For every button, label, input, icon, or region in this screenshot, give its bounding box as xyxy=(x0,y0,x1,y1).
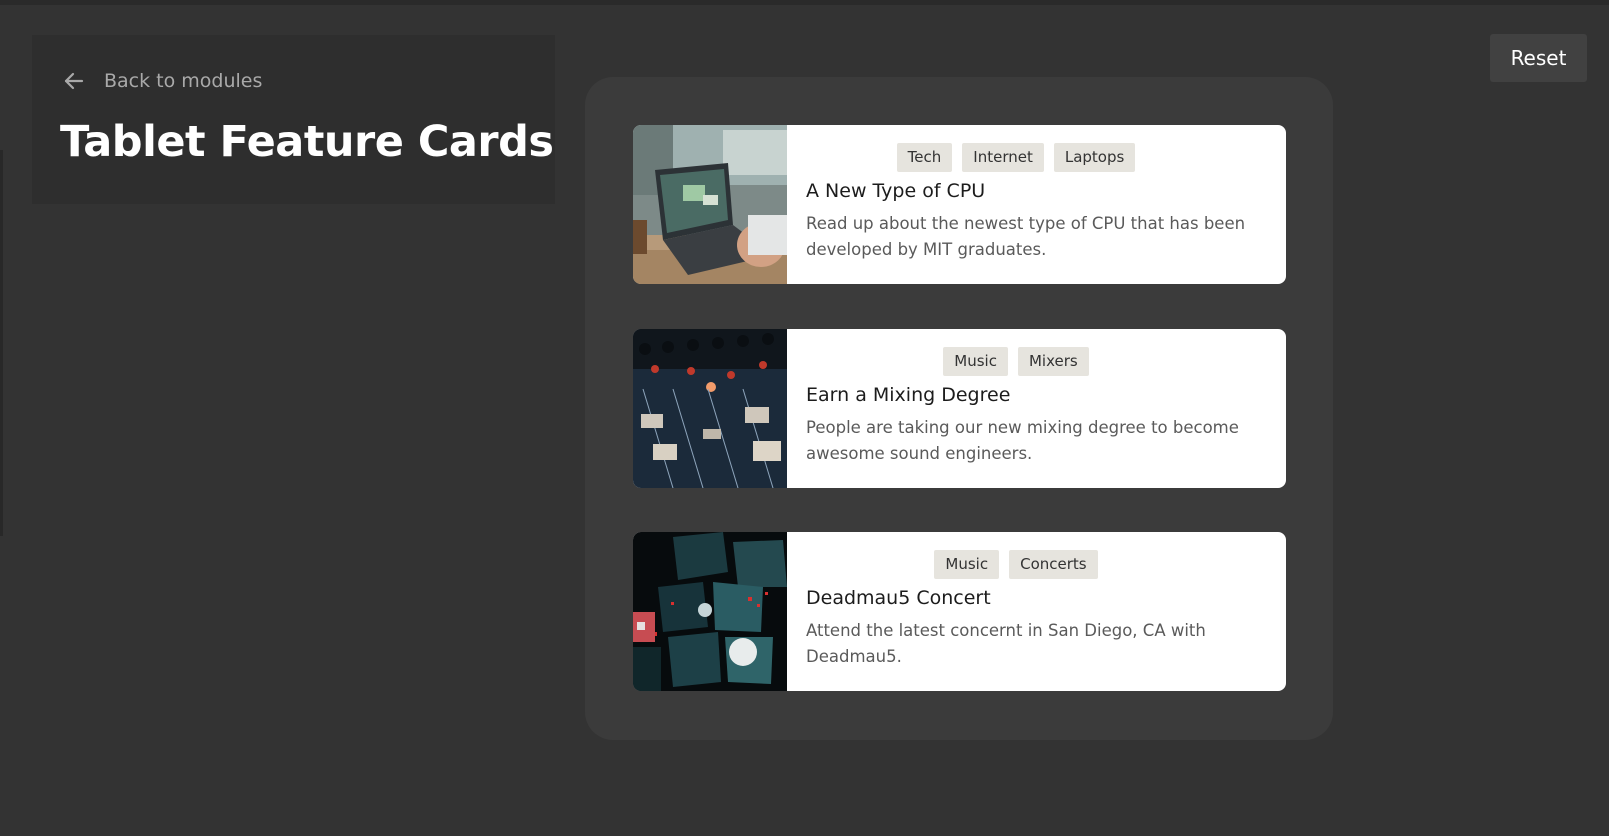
reset-button[interactable]: Reset xyxy=(1490,34,1587,82)
tag[interactable]: Concerts xyxy=(1009,550,1098,579)
left-edge xyxy=(0,150,3,536)
feature-card-concert[interactable]: Music Concerts Deadmau5 Concert Attend t… xyxy=(633,532,1286,691)
cards-panel: Tech Internet Laptops A New Type of CPU … xyxy=(585,77,1333,740)
back-link-label: Back to modules xyxy=(104,70,263,92)
tag-list: Music Concerts xyxy=(806,550,1266,579)
tag-list: Music Mixers xyxy=(806,347,1266,376)
mixer-photo-icon xyxy=(633,329,787,488)
card-title: Earn a Mixing Degree xyxy=(806,384,1011,406)
card-description: Read up about the newest type of CPU tha… xyxy=(806,214,1246,259)
feature-card-mixing[interactable]: Music Mixers Earn a Mixing Degree People… xyxy=(633,329,1286,488)
page-title: Tablet Feature Cards xyxy=(60,117,554,167)
card-description: People are taking our new mixing degree … xyxy=(806,418,1239,463)
concert-photo-icon xyxy=(633,532,787,691)
tag[interactable]: Tech xyxy=(896,143,953,172)
card-title: A New Type of CPU xyxy=(806,180,986,202)
tag[interactable]: Music xyxy=(943,347,1008,376)
arrow-left-icon xyxy=(64,72,84,90)
feature-card-cpu[interactable]: Tech Internet Laptops A New Type of CPU … xyxy=(633,125,1286,284)
card-description: Attend the latest concernt in San Diego,… xyxy=(806,621,1206,666)
top-strip xyxy=(0,0,1609,5)
back-to-modules-link[interactable]: Back to modules xyxy=(62,69,262,93)
card-title: Deadmau5 Concert xyxy=(806,587,991,609)
tag-list: Tech Internet Laptops xyxy=(806,143,1266,172)
tag[interactable]: Music xyxy=(934,550,1000,579)
tag[interactable]: Internet xyxy=(962,143,1044,172)
tag[interactable]: Laptops xyxy=(1053,143,1136,172)
header-panel: Back to modules Tablet Feature Cards xyxy=(32,35,555,204)
tag[interactable]: Mixers xyxy=(1017,347,1089,376)
laptop-photo-icon xyxy=(633,125,787,284)
